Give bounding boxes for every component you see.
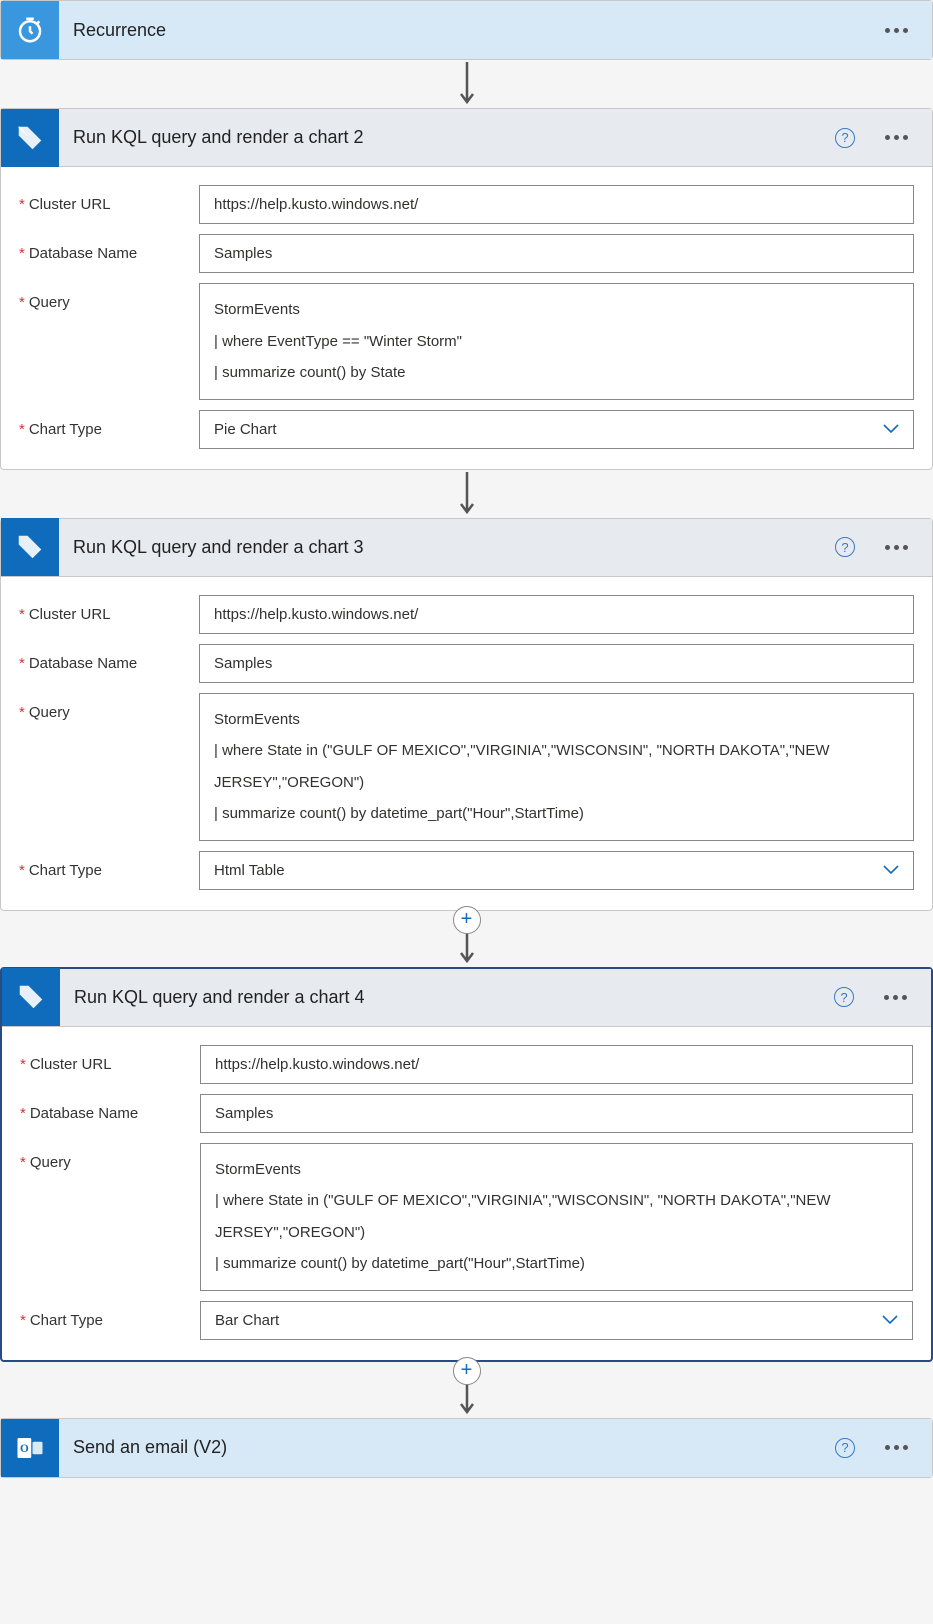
chevron-down-icon bbox=[883, 865, 899, 875]
help-icon[interactable]: ? bbox=[835, 128, 855, 148]
label-chart-type: *Chart Type bbox=[19, 410, 199, 438]
label-cluster-url: *Cluster URL bbox=[20, 1045, 200, 1073]
more-menu-button[interactable] bbox=[879, 1439, 914, 1456]
chevron-down-icon bbox=[882, 1315, 898, 1325]
kusto-icon bbox=[1, 109, 59, 167]
query-input[interactable]: StormEvents | where EventType == "Winter… bbox=[199, 283, 914, 400]
label-query: *Query bbox=[20, 1143, 200, 1171]
step-title: Run KQL query and render a chart 2 bbox=[73, 127, 821, 148]
database-name-input[interactable]: Samples bbox=[199, 644, 914, 683]
chart-type-select[interactable]: Bar Chart bbox=[200, 1301, 913, 1340]
outlook-icon: O bbox=[1, 1419, 59, 1477]
label-database-name: *Database Name bbox=[20, 1094, 200, 1122]
help-icon[interactable]: ? bbox=[835, 1438, 855, 1458]
add-step-button[interactable]: + bbox=[453, 1357, 481, 1385]
step-title: Run KQL query and render a chart 3 bbox=[73, 537, 821, 558]
label-chart-type: *Chart Type bbox=[20, 1301, 200, 1329]
cluster-url-input[interactable]: https://help.kusto.windows.net/ bbox=[199, 185, 914, 224]
label-query: *Query bbox=[19, 693, 199, 721]
more-menu-button[interactable] bbox=[879, 539, 914, 556]
chart-type-select[interactable]: Html Table bbox=[199, 851, 914, 890]
svg-text:O: O bbox=[20, 1442, 29, 1454]
help-icon[interactable]: ? bbox=[835, 537, 855, 557]
help-icon[interactable]: ? bbox=[834, 987, 854, 1007]
step-title: Recurrence bbox=[73, 20, 865, 41]
label-chart-type: *Chart Type bbox=[19, 851, 199, 879]
label-database-name: *Database Name bbox=[19, 234, 199, 262]
database-name-input[interactable]: Samples bbox=[199, 234, 914, 273]
step-recurrence[interactable]: Recurrence bbox=[0, 0, 933, 60]
query-input[interactable]: StormEvents | where State in ("GULF OF M… bbox=[199, 693, 914, 841]
cluster-url-input[interactable]: https://help.kusto.windows.net/ bbox=[200, 1045, 913, 1084]
connector-arrow bbox=[455, 470, 479, 518]
chart-type-value: Pie Chart bbox=[214, 421, 277, 438]
query-input[interactable]: StormEvents | where State in ("GULF OF M… bbox=[200, 1143, 913, 1291]
chevron-down-icon bbox=[883, 424, 899, 434]
step-send-email[interactable]: O Send an email (V2) ? bbox=[0, 1418, 933, 1478]
step-kql-2[interactable]: Run KQL query and render a chart 2 ? *Cl… bbox=[0, 108, 933, 470]
connector-arrow: + bbox=[455, 1362, 479, 1418]
step-title: Run KQL query and render a chart 4 bbox=[74, 987, 820, 1008]
step-kql-3[interactable]: Run KQL query and render a chart 3 ? *Cl… bbox=[0, 518, 933, 911]
step-title: Send an email (V2) bbox=[73, 1437, 821, 1458]
more-menu-button[interactable] bbox=[879, 129, 914, 146]
clock-icon bbox=[1, 1, 59, 59]
more-menu-button[interactable] bbox=[879, 22, 914, 39]
kusto-icon bbox=[2, 968, 60, 1026]
label-query: *Query bbox=[19, 283, 199, 311]
label-cluster-url: *Cluster URL bbox=[19, 185, 199, 213]
chart-type-value: Bar Chart bbox=[215, 1312, 279, 1329]
kusto-icon bbox=[1, 518, 59, 576]
cluster-url-input[interactable]: https://help.kusto.windows.net/ bbox=[199, 595, 914, 634]
step-kql-4[interactable]: Run KQL query and render a chart 4 ? *Cl… bbox=[0, 967, 933, 1362]
more-menu-button[interactable] bbox=[878, 989, 913, 1006]
add-step-button[interactable]: + bbox=[453, 906, 481, 934]
connector-arrow bbox=[455, 60, 479, 108]
connector-arrow: + bbox=[455, 911, 479, 967]
label-database-name: *Database Name bbox=[19, 644, 199, 672]
label-cluster-url: *Cluster URL bbox=[19, 595, 199, 623]
chart-type-value: Html Table bbox=[214, 862, 285, 879]
chart-type-select[interactable]: Pie Chart bbox=[199, 410, 914, 449]
database-name-input[interactable]: Samples bbox=[200, 1094, 913, 1133]
